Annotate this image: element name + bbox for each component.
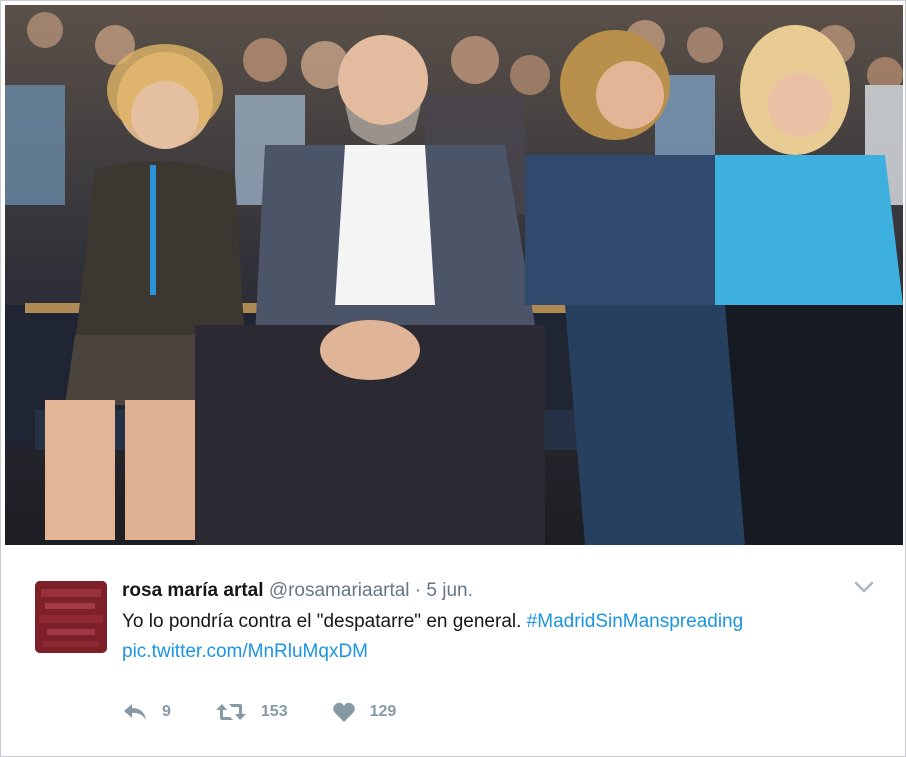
retweet-icon	[215, 704, 246, 720]
like-count: 129	[369, 703, 397, 720]
tweet-date[interactable]: 5 jun.	[426, 580, 472, 601]
tweet-actions: 9 153 129	[122, 699, 440, 725]
pic-link[interactable]: pic.twitter.com/MnRluMqxDM	[122, 641, 368, 662]
avatar[interactable]	[35, 581, 107, 653]
tweet-text: Yo lo pondría contra el "despatarre" en …	[122, 607, 852, 667]
tweet-card: rosa maría artal @rosamariaartal · 5 jun…	[0, 0, 906, 757]
tweet-header: rosa maría artal @rosamariaartal · 5 jun…	[122, 579, 473, 603]
author-name[interactable]: rosa maría artal	[122, 580, 264, 601]
like-button[interactable]: 129	[332, 701, 397, 723]
hashtag-link[interactable]: #MadridSinManspreading	[527, 611, 744, 632]
tweet-photo[interactable]	[5, 5, 903, 545]
reply-count: 9	[162, 703, 171, 720]
separator: ·	[414, 580, 422, 601]
tweet-text-body: Yo lo pondría contra el "despatarre" en …	[122, 611, 522, 632]
chevron-down-icon[interactable]	[853, 579, 875, 595]
retweet-count: 153	[260, 703, 288, 720]
tweet-body: rosa maría artal @rosamariaartal · 5 jun…	[5, 549, 903, 753]
retweet-button[interactable]: 153	[215, 701, 288, 723]
reply-button[interactable]: 9	[122, 702, 171, 722]
author-handle[interactable]: @rosamariaartal	[269, 580, 410, 601]
reply-icon	[124, 704, 146, 720]
heart-icon	[332, 702, 355, 722]
